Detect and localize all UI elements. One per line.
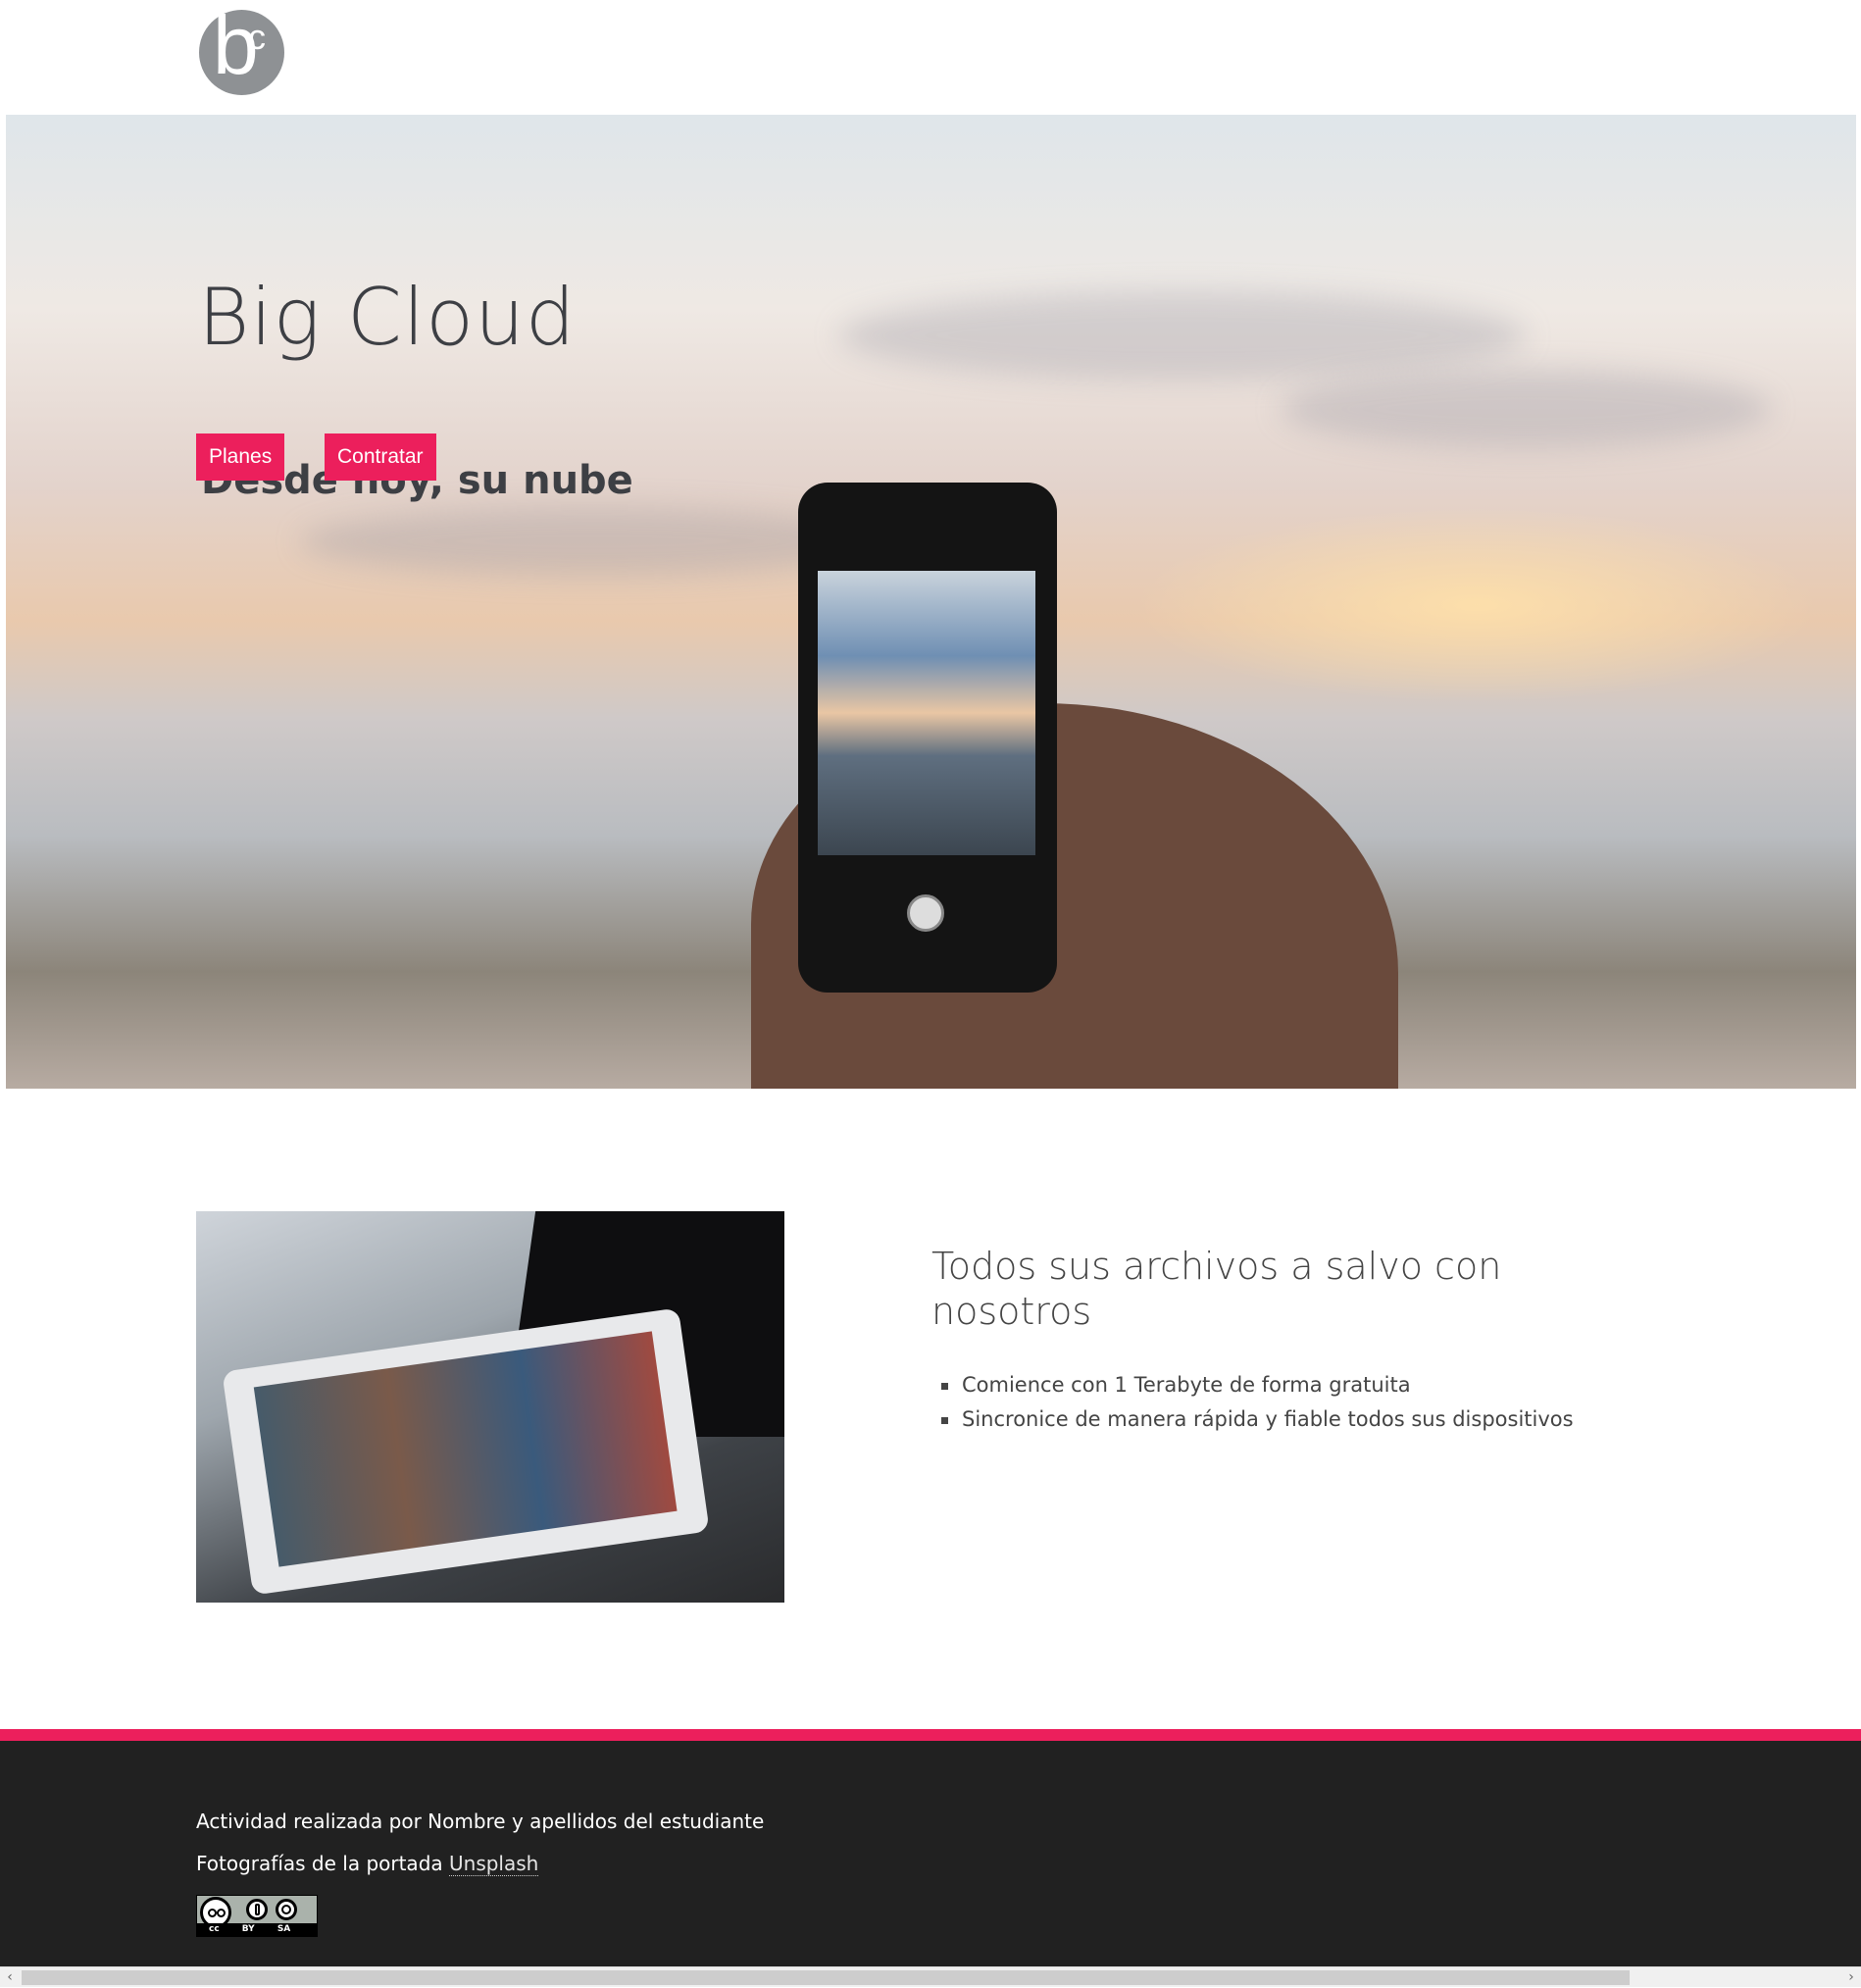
scroll-right-icon[interactable]: › bbox=[1841, 1967, 1861, 1988]
cc-license-badge[interactable]: cc BY SA bbox=[196, 1895, 318, 1937]
hero-title: Big Cloud bbox=[198, 272, 577, 363]
header: bc bbox=[0, 0, 1861, 115]
list-item: Sincronice de manera rápida y fiable tod… bbox=[941, 1402, 1574, 1437]
sa-icon bbox=[276, 1899, 297, 1920]
hero-banner: Big Cloud Desde hoy, su nube Planes Cont… bbox=[6, 115, 1856, 1089]
unsplash-link[interactable]: Unsplash bbox=[449, 1852, 539, 1876]
footer-credit: Actividad realizada por Nombre y apellid… bbox=[196, 1810, 765, 1833]
footer: Actividad realizada por Nombre y apellid… bbox=[0, 1741, 1861, 1966]
list-item: Comience con 1 Terabyte de forma gratuit… bbox=[941, 1368, 1574, 1402]
footer-photos: Fotografías de la portada Unsplash bbox=[196, 1852, 539, 1876]
planes-button[interactable]: Planes bbox=[196, 433, 285, 481]
feature-list: Comience con 1 Terabyte de forma gratuit… bbox=[941, 1368, 1574, 1437]
scrollbar-thumb[interactable] bbox=[22, 1970, 1630, 1985]
phone-image bbox=[798, 483, 1057, 993]
scroll-left-icon[interactable]: ‹ bbox=[0, 1967, 20, 1988]
contratar-button[interactable]: Contratar bbox=[325, 433, 436, 481]
logo[interactable]: bc bbox=[199, 4, 284, 95]
by-icon bbox=[246, 1899, 268, 1920]
horizontal-scrollbar[interactable]: ‹ › bbox=[0, 1966, 1861, 1987]
footer-divider bbox=[0, 1729, 1861, 1741]
tablet-laptop-image bbox=[196, 1211, 784, 1603]
feature-title: Todos sus archivos a salvo con nosotros bbox=[931, 1245, 1502, 1333]
license-badge-text: cc BY SA bbox=[209, 1924, 291, 1934]
